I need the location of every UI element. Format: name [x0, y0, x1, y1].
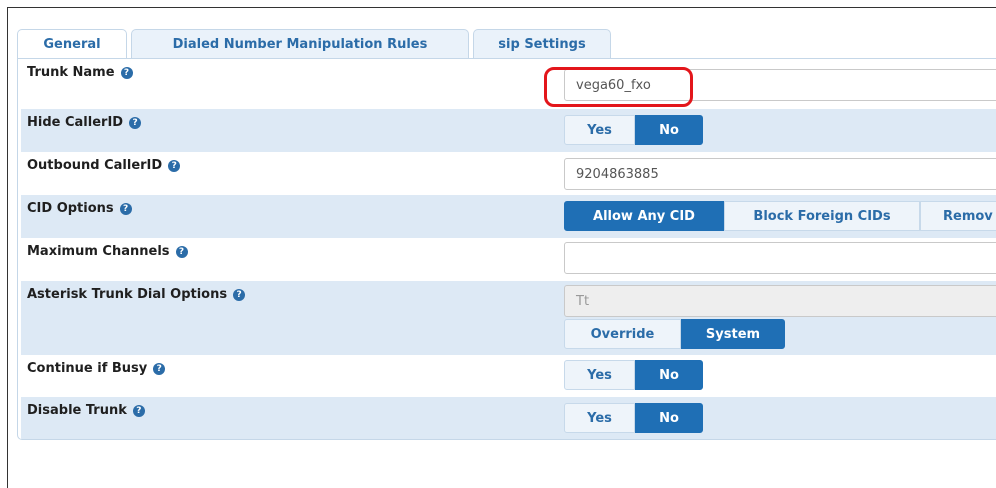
outbound-callerid-label: Outbound CallerID ? [27, 158, 181, 173]
outbound-callerid-label-text: Outbound CallerID [27, 158, 163, 173]
help-icon[interactable]: ? [132, 404, 145, 417]
help-icon[interactable]: ? [168, 159, 181, 172]
continue-if-busy-no-button[interactable]: No [635, 360, 703, 390]
hide-callerid-row: Hide CallerID ? Yes No [21, 109, 996, 152]
tab-general[interactable]: General [17, 29, 127, 59]
tab-dialed-number-manipulation-rules[interactable]: Dialed Number Manipulation Rules [131, 29, 469, 58]
hide-callerid-toggle: Yes No [564, 115, 703, 145]
help-icon[interactable]: ? [175, 245, 188, 258]
block-foreign-cids-button[interactable]: Block Foreign CIDs [724, 201, 920, 231]
disable-trunk-toggle: Yes No [564, 403, 703, 433]
cid-options-row: CID Options ? Allow Any CID Block Foreig… [21, 195, 996, 238]
hide-callerid-label-text: Hide CallerID [27, 115, 124, 130]
help-icon[interactable]: ? [120, 66, 133, 79]
help-icon[interactable]: ? [153, 362, 166, 375]
outbound-callerid-row: Outbound CallerID ? 9204863885 [21, 152, 996, 195]
hide-callerid-yes-button[interactable]: Yes [564, 115, 635, 145]
dial-options-mode-toggle: Override System [564, 319, 785, 349]
hide-callerid-label: Hide CallerID ? [27, 115, 142, 130]
asterisk-trunk-dial-options-label-text: Asterisk Trunk Dial Options [27, 287, 228, 302]
disable-trunk-label: Disable Trunk ? [27, 403, 145, 418]
trunk-name-label: Trunk Name ? [27, 65, 133, 80]
maximum-channels-input[interactable] [564, 242, 996, 274]
maximum-channels-label-text: Maximum Channels [27, 244, 170, 259]
trunk-name-label-text: Trunk Name [27, 65, 115, 80]
allow-any-cid-button[interactable]: Allow Any CID [564, 201, 724, 231]
continue-if-busy-label-text: Continue if Busy [27, 361, 148, 376]
continue-if-busy-yes-button[interactable]: Yes [564, 360, 635, 390]
tab-bar: General Dialed Number Manipulation Rules… [17, 29, 611, 59]
disable-trunk-row: Disable Trunk ? Yes No [21, 397, 996, 439]
cid-options-label-text: CID Options [27, 201, 114, 216]
disable-trunk-yes-button[interactable]: Yes [564, 403, 635, 433]
cid-options-toggle: Allow Any CID Block Foreign CIDs Remov [564, 201, 996, 231]
general-panel: Trunk Name ? vega60_fxo Hide CallerID ? … [17, 58, 996, 440]
help-icon[interactable]: ? [233, 288, 246, 301]
disable-trunk-no-button[interactable]: No [635, 403, 703, 433]
remove-cid-button[interactable]: Remov [920, 201, 996, 231]
cid-options-label: CID Options ? [27, 201, 132, 216]
continue-if-busy-row: Continue if Busy ? Yes No [21, 355, 996, 397]
maximum-channels-label: Maximum Channels ? [27, 244, 188, 259]
asterisk-trunk-dial-options-label: Asterisk Trunk Dial Options ? [27, 287, 246, 302]
asterisk-trunk-dial-options-row: Asterisk Trunk Dial Options ? Tt Overrid… [21, 281, 996, 355]
continue-if-busy-toggle: Yes No [564, 360, 703, 390]
maximum-channels-row: Maximum Channels ? [21, 238, 996, 281]
hide-callerid-no-button[interactable]: No [635, 115, 703, 145]
help-icon[interactable]: ? [129, 116, 142, 129]
continue-if-busy-label: Continue if Busy ? [27, 361, 166, 376]
asterisk-trunk-dial-options-input: Tt [564, 285, 996, 317]
outbound-callerid-input[interactable]: 9204863885 [564, 158, 996, 190]
help-icon[interactable]: ? [119, 202, 132, 215]
trunk-name-input[interactable]: vega60_fxo [564, 69, 996, 101]
tab-sip-settings[interactable]: sip Settings [473, 29, 611, 58]
override-button[interactable]: Override [564, 319, 681, 349]
disable-trunk-label-text: Disable Trunk [27, 403, 127, 418]
system-button[interactable]: System [681, 319, 785, 349]
trunk-name-row: Trunk Name ? vega60_fxo [21, 59, 996, 109]
